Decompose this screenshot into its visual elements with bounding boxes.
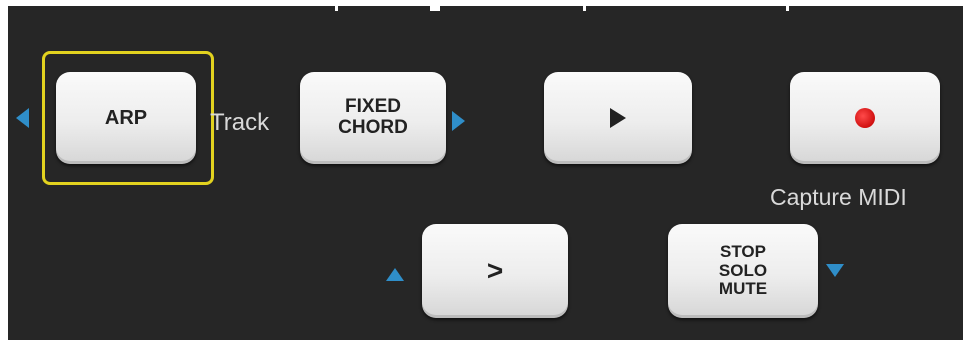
stop-solo-mute-button[interactable]: STOP SOLO MUTE bbox=[668, 224, 818, 318]
next-button[interactable]: > bbox=[422, 224, 568, 318]
solo-label: SOLO bbox=[718, 260, 768, 280]
arrow-left-icon bbox=[16, 108, 29, 128]
arrow-down-icon bbox=[826, 264, 844, 277]
fixed-chord-line1: FIXED bbox=[345, 96, 401, 118]
arp-button[interactable]: ARP bbox=[56, 72, 196, 164]
capture-midi-button[interactable] bbox=[790, 72, 940, 164]
arrow-up-icon bbox=[386, 268, 404, 281]
capture-midi-label: Capture MIDI bbox=[770, 184, 907, 210]
mute-label: MUTE bbox=[718, 279, 768, 299]
play-icon bbox=[610, 108, 626, 128]
track-label: Track bbox=[210, 109, 270, 136]
stop-label: STOP bbox=[720, 241, 766, 261]
fixed-chord-button[interactable]: FIXED CHORD bbox=[300, 72, 446, 164]
arp-button-label: ARP bbox=[104, 106, 148, 129]
controller-panel: ARP Track FIXED CHORD Capture MIDI > STO… bbox=[8, 6, 963, 340]
record-icon bbox=[855, 108, 875, 128]
play-button[interactable] bbox=[544, 72, 692, 164]
fixed-chord-line2: CHORD bbox=[338, 117, 408, 138]
arrow-right-icon bbox=[452, 111, 465, 131]
next-button-label: > bbox=[486, 255, 504, 286]
